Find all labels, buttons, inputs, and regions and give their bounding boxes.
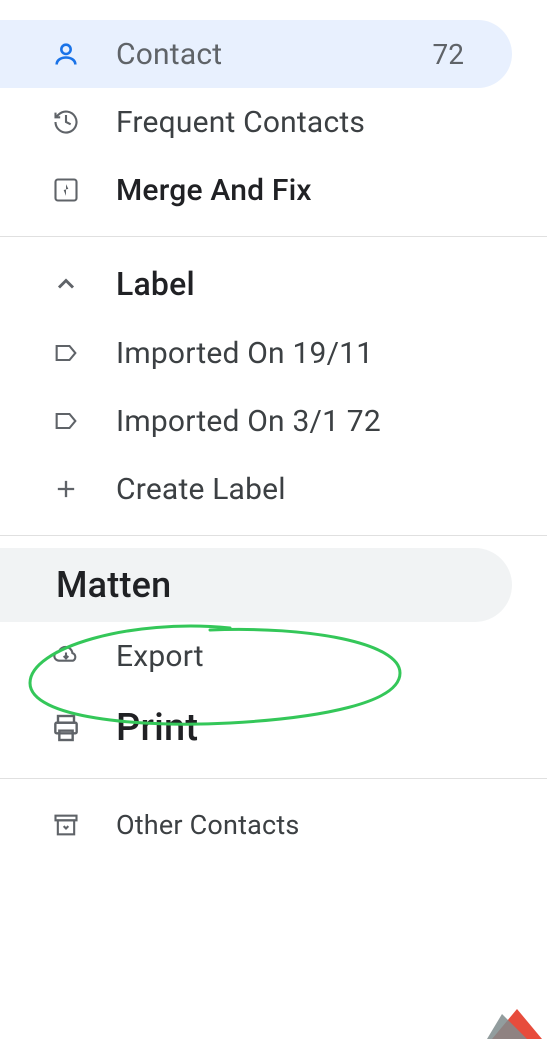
plus-icon xyxy=(48,471,84,507)
create-label-button[interactable]: Create Label xyxy=(0,455,512,523)
nav-print-label: Print xyxy=(116,706,488,750)
divider xyxy=(0,236,547,237)
nav-contact[interactable]: Contact 72 xyxy=(0,20,512,88)
label-item-1[interactable]: Imported On 19/11 xyxy=(0,319,512,387)
person-icon xyxy=(48,36,84,72)
label-icon xyxy=(48,335,84,371)
nav-contact-label: Contact xyxy=(116,37,433,72)
archive-icon xyxy=(48,807,84,843)
cloud-download-icon xyxy=(48,638,84,674)
label-icon xyxy=(48,403,84,439)
nav-import-label: Matten xyxy=(56,564,488,606)
merge-fix-icon xyxy=(48,172,84,208)
history-icon xyxy=(48,104,84,140)
divider xyxy=(0,778,547,779)
divider xyxy=(0,535,547,536)
print-icon xyxy=(48,710,84,746)
watermark-logo xyxy=(487,1004,547,1044)
chevron-up-icon xyxy=(48,266,84,302)
nav-other-contacts[interactable]: Other Contacts xyxy=(0,791,512,859)
nav-merge-fix[interactable]: Merge And Fix xyxy=(0,156,512,224)
label-item-2-text: Imported On 3/1 72 xyxy=(116,404,488,439)
nav-frequent-contacts[interactable]: Frequent Contacts xyxy=(0,88,512,156)
create-label-text: Create Label xyxy=(116,472,488,507)
nav-print[interactable]: Print xyxy=(0,690,512,766)
nav-contact-count: 72 xyxy=(433,38,464,71)
nav-export-label: Export xyxy=(116,639,488,674)
nav-frequent-label: Frequent Contacts xyxy=(116,105,488,140)
nav-other-label: Other Contacts xyxy=(116,809,488,841)
labels-section-header[interactable]: Label xyxy=(0,249,547,319)
nav-export[interactable]: Export xyxy=(0,622,512,690)
label-item-2[interactable]: Imported On 3/1 72 xyxy=(0,387,512,455)
nav-import[interactable]: Matten xyxy=(0,548,512,622)
label-item-1-text: Imported On 19/11 xyxy=(116,336,488,371)
nav-merge-label: Merge And Fix xyxy=(116,173,488,208)
labels-header-text: Label xyxy=(116,265,523,303)
